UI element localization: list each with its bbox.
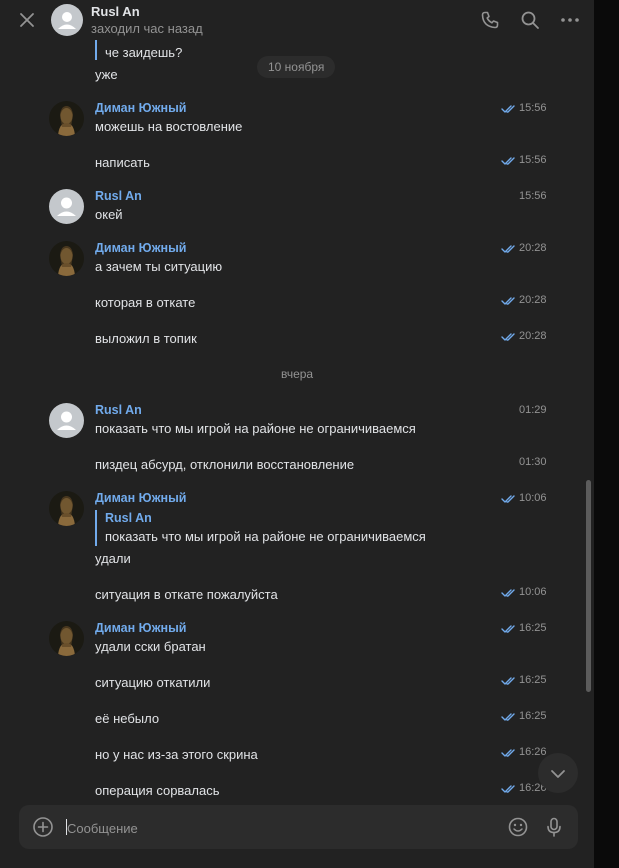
double-check-icon	[501, 105, 515, 113]
double-check-icon	[501, 749, 515, 757]
double-check-icon	[501, 677, 515, 685]
message-time: 16:25	[519, 622, 547, 634]
message-time: 15:56	[519, 154, 547, 166]
reply-quote-bar	[95, 40, 97, 60]
reply-text[interactable]: показать что мы игрой на районе не огран…	[105, 529, 426, 544]
message-text: её небыло	[95, 711, 160, 726]
contact-name[interactable]: Rusl An	[91, 4, 140, 19]
double-check-icon	[501, 625, 515, 633]
message-time: 10:06	[519, 586, 547, 598]
message-author[interactable]: Rusl An	[95, 189, 142, 203]
message-time: 20:28	[519, 330, 547, 342]
message-text: окей	[95, 207, 123, 222]
message-text: удали сски братан	[95, 639, 206, 654]
message-text: написать	[95, 155, 150, 170]
message-time: 20:28	[519, 242, 547, 254]
message-text: можешь на востовление	[95, 119, 243, 134]
avatar[interactable]	[49, 491, 84, 526]
message-author[interactable]: Диман Южный	[95, 101, 186, 115]
message-author[interactable]: Диман Южный	[95, 621, 186, 635]
scrollbar-thumb[interactable]	[586, 480, 591, 692]
message-time: 15:56	[519, 102, 547, 114]
user-placeholder-icon	[57, 411, 76, 430]
chevron-down-icon	[551, 770, 565, 778]
contact-status: заходил час назад	[91, 21, 203, 36]
message-author[interactable]: Диман Южный	[95, 241, 186, 255]
message-time: 01:30	[519, 456, 547, 468]
double-check-icon	[501, 713, 515, 721]
message-author[interactable]: Rusl An	[95, 403, 142, 417]
double-check-icon	[501, 157, 515, 165]
message-composer	[19, 805, 578, 849]
message-text: ситуация в откате пожалуйста	[95, 587, 278, 602]
scroll-to-bottom-button[interactable]	[538, 753, 578, 793]
message-text: которая в откате	[95, 295, 196, 310]
message-input[interactable]	[65, 817, 489, 839]
reply-quote-bar	[95, 510, 97, 546]
message-text: пиздец абсурд, отклонили восстановление	[95, 457, 355, 472]
profile-photo-icon	[58, 246, 75, 276]
emoji-icon[interactable]	[507, 816, 529, 838]
message-text: удали	[95, 551, 131, 566]
message-time: 01:29	[519, 404, 547, 416]
message-time: 16:25	[519, 710, 547, 722]
date-separator: 10 ноября	[257, 56, 336, 78]
double-check-icon	[501, 297, 515, 305]
double-check-icon	[501, 333, 515, 341]
avatar[interactable]	[49, 403, 84, 438]
avatar[interactable]	[49, 101, 84, 136]
double-check-icon	[501, 785, 515, 793]
double-check-icon	[501, 589, 515, 597]
message-text: а зачем ты ситуацию	[95, 259, 223, 274]
message-time: 10:06	[519, 492, 547, 504]
user-placeholder-icon	[57, 197, 76, 216]
message-text: ситуацию откатили	[95, 675, 211, 690]
search-icon[interactable]	[520, 10, 540, 30]
profile-photo-icon	[58, 106, 75, 136]
more-icon[interactable]	[560, 10, 580, 30]
message-time: 15:56	[519, 190, 547, 202]
date-separator: вчера	[281, 367, 314, 381]
double-check-icon	[501, 245, 515, 253]
quoted-text: че заидешь?	[105, 45, 183, 60]
message-time: 16:25	[519, 674, 547, 686]
message-text: показать что мы игрой на районе не огран…	[95, 421, 416, 436]
chat-header: Rusl An заходил час назад	[0, 0, 594, 40]
avatar[interactable]	[49, 189, 84, 224]
chat-window: Rusl An заходил час назад че заидешь? уж…	[0, 0, 594, 868]
message-list[interactable]: че заидешь? уже 10 ноября Диман Южный мо…	[0, 40, 594, 800]
message-text: уже	[95, 67, 118, 82]
message-text: операция сорвалась	[95, 783, 220, 798]
microphone-icon[interactable]	[543, 816, 565, 838]
message-time: 20:28	[519, 294, 547, 306]
reply-author[interactable]: Rusl An	[105, 511, 152, 525]
profile-photo-icon	[58, 626, 75, 656]
profile-photo-icon	[58, 496, 75, 526]
avatar[interactable]	[49, 241, 84, 276]
message-text: выложил в топик	[95, 331, 197, 346]
close-icon[interactable]	[16, 9, 38, 31]
user-placeholder-icon	[58, 12, 76, 29]
avatar[interactable]	[49, 621, 84, 656]
contact-avatar[interactable]	[51, 4, 83, 36]
text-caret	[66, 819, 67, 835]
add-attachment-icon[interactable]	[32, 816, 54, 838]
message-text: но у нас из-за этого скрина	[95, 747, 258, 762]
double-check-icon	[501, 495, 515, 503]
message-author[interactable]: Диман Южный	[95, 491, 186, 505]
phone-icon[interactable]	[480, 10, 500, 30]
